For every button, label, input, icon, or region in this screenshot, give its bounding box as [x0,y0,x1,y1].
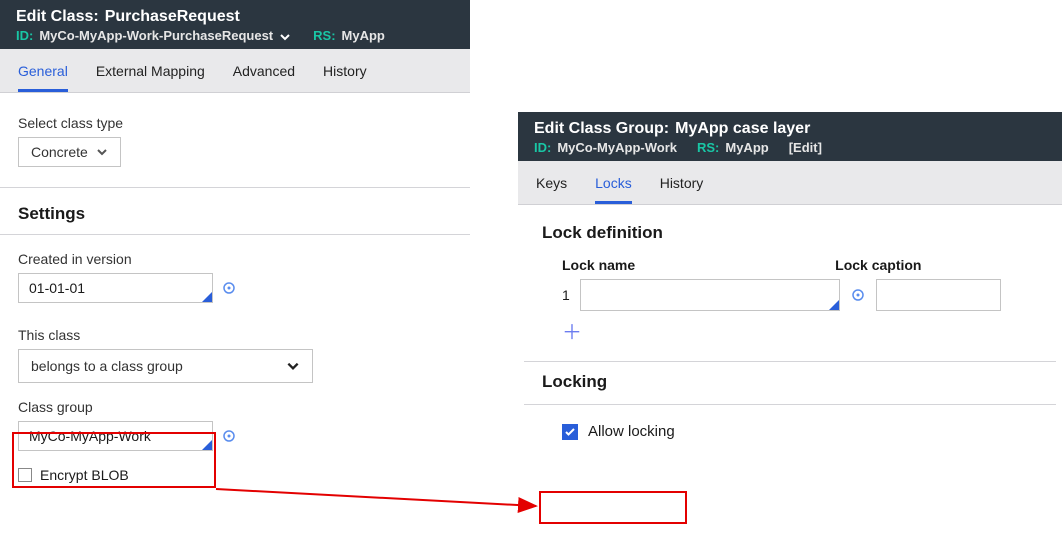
class-type-value: Concrete [31,144,88,160]
chevron-down-icon[interactable] [279,28,291,43]
class-type-select[interactable]: Concrete [18,137,121,167]
crosshair-icon[interactable] [221,428,237,444]
lock-definition-heading: Lock definition [542,223,1038,257]
highlight-box [539,491,687,524]
panel-header: Edit Class: PurchaseRequest ID: MyCo-MyAp… [0,0,470,49]
class-type-label: Select class type [18,115,452,131]
rs-key: RS: [697,140,719,155]
highlight-box [12,432,216,488]
allow-locking-label: Allow locking [588,423,675,440]
rs-value: MyApp [342,28,385,43]
row-number: 1 [562,287,570,303]
rule-name: MyApp case layer [675,120,810,137]
tab-bar: General External Mapping Advanced Histor… [0,49,470,93]
autocomplete-corner-icon [202,292,212,302]
lock-name-column: Lock name [562,257,635,273]
class-group-panel: Edit Class Group: MyApp case layer ID: My… [518,112,1062,534]
tab-history[interactable]: History [660,169,704,204]
edit-link[interactable]: [Edit] [789,140,822,155]
chevron-down-icon [96,146,108,158]
rule-type-label: Edit Class: [16,8,99,25]
tab-keys[interactable]: Keys [536,169,567,204]
created-version-input[interactable]: 01-01-01 [18,273,213,303]
autocomplete-corner-icon [829,300,839,310]
tab-advanced[interactable]: Advanced [233,57,295,92]
tab-locks[interactable]: Locks [595,169,632,204]
rule-type-label: Edit Class Group: [534,120,669,137]
created-version-label: Created in version [18,251,452,267]
panel-header: Edit Class Group: MyApp case layer ID: My… [518,112,1062,161]
rs-key: RS: [313,28,335,43]
lock-caption-column: Lock caption [835,257,921,273]
lock-name-input[interactable] [580,279,840,311]
chevron-down-icon [286,359,300,373]
tab-history[interactable]: History [323,57,367,92]
lock-caption-input[interactable] [876,279,1001,311]
this-class-select[interactable]: belongs to a class group [18,349,313,383]
id-value: MyCo-MyApp-Work-PurchaseRequest [39,28,273,43]
rs-value: MyApp [725,140,768,155]
rule-name: PurchaseRequest [105,8,240,25]
class-group-label: Class group [18,399,452,415]
lock-row: 1 [562,279,1038,311]
this-class-value: belongs to a class group [31,358,183,374]
crosshair-icon[interactable] [221,280,237,296]
id-value: MyCo-MyApp-Work [557,140,677,155]
add-row-button[interactable]: ＋ [562,323,582,343]
settings-heading: Settings [18,188,452,238]
allow-locking-checkbox[interactable] [562,424,578,440]
locking-heading: Locking [542,372,1038,392]
crosshair-icon[interactable] [850,287,866,303]
id-key: ID: [16,28,33,43]
this-class-label: This class [18,327,452,343]
tab-bar: Keys Locks History [518,161,1062,205]
tab-general[interactable]: General [18,57,68,92]
id-key: ID: [534,140,551,155]
tab-external-mapping[interactable]: External Mapping [96,57,205,92]
